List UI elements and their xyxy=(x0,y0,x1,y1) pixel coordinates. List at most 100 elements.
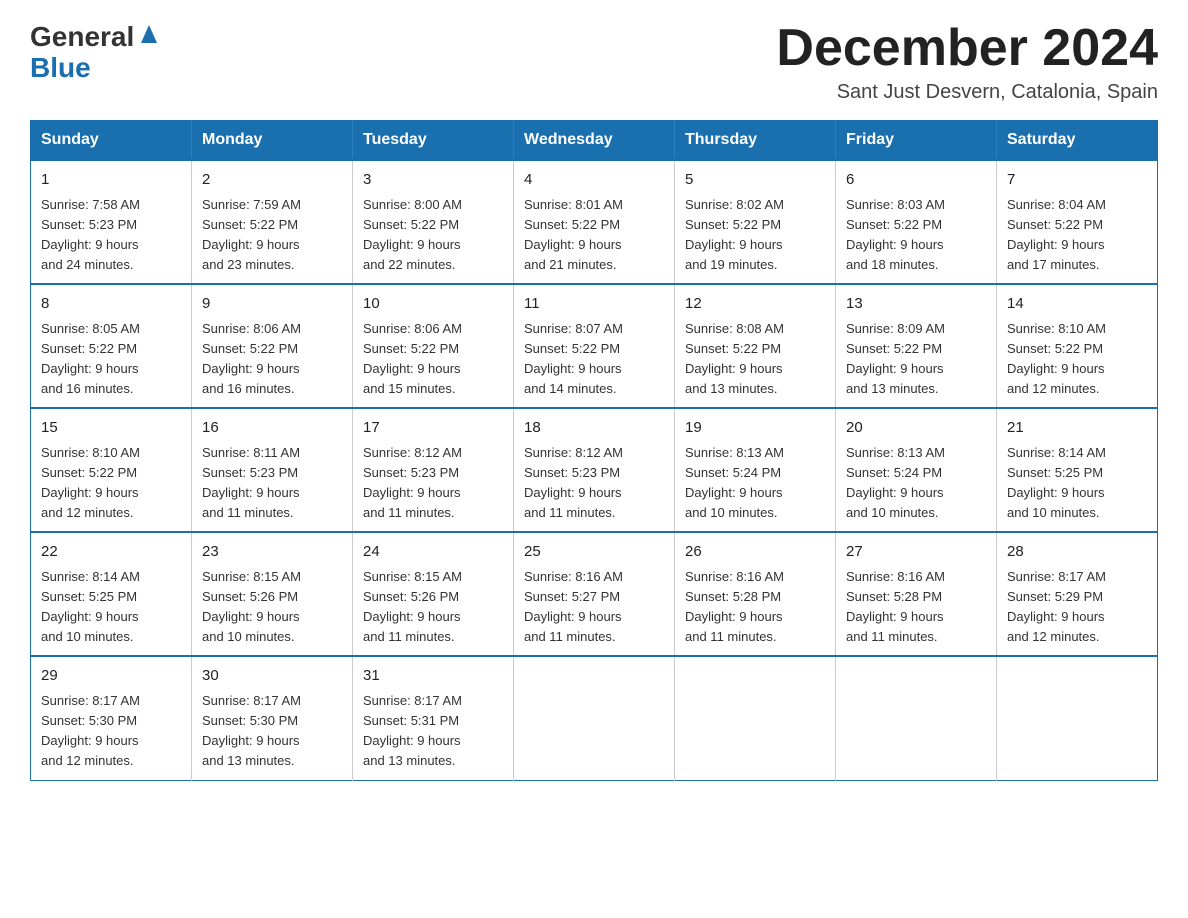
day-info: Sunrise: 8:14 AMSunset: 5:25 PMDaylight:… xyxy=(41,567,181,648)
day-number: 15 xyxy=(41,417,181,440)
day-number: 26 xyxy=(685,541,825,564)
calendar-body: 1 Sunrise: 7:58 AMSunset: 5:23 PMDaylight… xyxy=(31,160,1158,780)
day-info: Sunrise: 7:58 AMSunset: 5:23 PMDaylight:… xyxy=(41,195,181,276)
day-info: Sunrise: 8:07 AMSunset: 5:22 PMDaylight:… xyxy=(524,319,664,400)
calendar-cell: 23 Sunrise: 8:15 AMSunset: 5:26 PMDayligh… xyxy=(192,532,353,656)
day-info: Sunrise: 8:04 AMSunset: 5:22 PMDaylight:… xyxy=(1007,195,1147,276)
day-number: 13 xyxy=(846,293,986,316)
day-number: 6 xyxy=(846,169,986,192)
day-info: Sunrise: 8:17 AMSunset: 5:30 PMDaylight:… xyxy=(41,691,181,772)
calendar-cell xyxy=(836,656,997,780)
logo: General Blue xyxy=(30,20,160,84)
day-info: Sunrise: 8:02 AMSunset: 5:22 PMDaylight:… xyxy=(685,195,825,276)
week-row-3: 15 Sunrise: 8:10 AMSunset: 5:22 PMDayligh… xyxy=(31,408,1158,532)
day-number: 3 xyxy=(363,169,503,192)
calendar-header: SundayMondayTuesdayWednesdayThursdayFrid… xyxy=(31,121,1158,161)
calendar-cell: 13 Sunrise: 8:09 AMSunset: 5:22 PMDayligh… xyxy=(836,284,997,408)
day-number: 21 xyxy=(1007,417,1147,440)
calendar-cell: 1 Sunrise: 7:58 AMSunset: 5:23 PMDaylight… xyxy=(31,160,192,284)
day-number: 23 xyxy=(202,541,342,564)
calendar-cell: 5 Sunrise: 8:02 AMSunset: 5:22 PMDaylight… xyxy=(675,160,836,284)
header-thursday: Thursday xyxy=(675,121,836,161)
logo-triangle-icon xyxy=(138,20,160,52)
day-info: Sunrise: 8:13 AMSunset: 5:24 PMDaylight:… xyxy=(846,443,986,524)
day-info: Sunrise: 8:16 AMSunset: 5:28 PMDaylight:… xyxy=(685,567,825,648)
calendar-cell: 12Sunrise: 8:08 AMSunset: 5:22 PMDayligh… xyxy=(675,284,836,408)
calendar-cell: 10 Sunrise: 8:06 AMSunset: 5:22 PMDayligh… xyxy=(353,284,514,408)
week-row-5: 29 Sunrise: 8:17 AMSunset: 5:30 PMDayligh… xyxy=(31,656,1158,780)
day-info: Sunrise: 8:14 AMSunset: 5:25 PMDaylight:… xyxy=(1007,443,1147,524)
calendar-cell: 25 Sunrise: 8:16 AMSunset: 5:27 PMDayligh… xyxy=(514,532,675,656)
day-number: 2 xyxy=(202,169,342,192)
day-number: 17 xyxy=(363,417,503,440)
day-number: 7 xyxy=(1007,169,1147,192)
day-number: 24 xyxy=(363,541,503,564)
day-info: Sunrise: 8:06 AMSunset: 5:22 PMDaylight:… xyxy=(363,319,503,400)
day-info: Sunrise: 8:03 AMSunset: 5:22 PMDaylight:… xyxy=(846,195,986,276)
page-header: General Blue December 2024 Sant Just Des… xyxy=(30,20,1158,104)
day-info: Sunrise: 8:12 AMSunset: 5:23 PMDaylight:… xyxy=(524,443,664,524)
month-title: December 2024 xyxy=(776,20,1158,77)
day-info: Sunrise: 8:06 AMSunset: 5:22 PMDaylight:… xyxy=(202,319,342,400)
day-number: 18 xyxy=(524,417,664,440)
week-row-2: 8 Sunrise: 8:05 AMSunset: 5:22 PMDaylight… xyxy=(31,284,1158,408)
day-number: 19 xyxy=(685,417,825,440)
calendar-cell: 3Sunrise: 8:00 AMSunset: 5:22 PMDaylight… xyxy=(353,160,514,284)
calendar-cell: 16Sunrise: 8:11 AMSunset: 5:23 PMDayligh… xyxy=(192,408,353,532)
day-number: 27 xyxy=(846,541,986,564)
day-info: Sunrise: 8:05 AMSunset: 5:22 PMDaylight:… xyxy=(41,319,181,400)
day-info: Sunrise: 8:12 AMSunset: 5:23 PMDaylight:… xyxy=(363,443,503,524)
day-number: 25 xyxy=(524,541,664,564)
week-row-1: 1 Sunrise: 7:58 AMSunset: 5:23 PMDaylight… xyxy=(31,160,1158,284)
calendar-cell xyxy=(675,656,836,780)
day-number: 5 xyxy=(685,169,825,192)
calendar-cell: 14 Sunrise: 8:10 AMSunset: 5:22 PMDayligh… xyxy=(997,284,1158,408)
calendar-cell: 17 Sunrise: 8:12 AMSunset: 5:23 PMDayligh… xyxy=(353,408,514,532)
day-number: 9 xyxy=(202,293,342,316)
logo-blue-text: Blue xyxy=(30,52,160,84)
day-number: 8 xyxy=(41,293,181,316)
calendar-cell: 21 Sunrise: 8:14 AMSunset: 5:25 PMDayligh… xyxy=(997,408,1158,532)
calendar-cell: 8 Sunrise: 8:05 AMSunset: 5:22 PMDaylight… xyxy=(31,284,192,408)
header-friday: Friday xyxy=(836,121,997,161)
calendar-cell: 20 Sunrise: 8:13 AMSunset: 5:24 PMDayligh… xyxy=(836,408,997,532)
header-saturday: Saturday xyxy=(997,121,1158,161)
calendar-cell: 18 Sunrise: 8:12 AMSunset: 5:23 PMDayligh… xyxy=(514,408,675,532)
location-title: Sant Just Desvern, Catalonia, Spain xyxy=(776,81,1158,104)
day-number: 1 xyxy=(41,169,181,192)
calendar-table: SundayMondayTuesdayWednesdayThursdayFrid… xyxy=(30,120,1158,780)
calendar-cell: 22 Sunrise: 8:14 AMSunset: 5:25 PMDayligh… xyxy=(31,532,192,656)
calendar-cell: 6 Sunrise: 8:03 AMSunset: 5:22 PMDaylight… xyxy=(836,160,997,284)
day-number: 14 xyxy=(1007,293,1147,316)
calendar-cell: 9 Sunrise: 8:06 AMSunset: 5:22 PMDaylight… xyxy=(192,284,353,408)
calendar-cell: 30Sunrise: 8:17 AMSunset: 5:30 PMDayligh… xyxy=(192,656,353,780)
calendar-cell: 2Sunrise: 7:59 AMSunset: 5:22 PMDaylight… xyxy=(192,160,353,284)
day-info: Sunrise: 8:10 AMSunset: 5:22 PMDaylight:… xyxy=(41,443,181,524)
header-row: SundayMondayTuesdayWednesdayThursdayFrid… xyxy=(31,121,1158,161)
day-number: 10 xyxy=(363,293,503,316)
day-info: Sunrise: 8:15 AMSunset: 5:26 PMDaylight:… xyxy=(363,567,503,648)
day-number: 12 xyxy=(685,293,825,316)
day-info: Sunrise: 8:10 AMSunset: 5:22 PMDaylight:… xyxy=(1007,319,1147,400)
day-info: Sunrise: 8:15 AMSunset: 5:26 PMDaylight:… xyxy=(202,567,342,648)
calendar-cell: 27Sunrise: 8:16 AMSunset: 5:28 PMDayligh… xyxy=(836,532,997,656)
day-info: Sunrise: 8:11 AMSunset: 5:23 PMDaylight:… xyxy=(202,443,342,524)
day-info: Sunrise: 8:13 AMSunset: 5:24 PMDaylight:… xyxy=(685,443,825,524)
title-section: December 2024 Sant Just Desvern, Catalon… xyxy=(776,20,1158,104)
day-number: 11 xyxy=(524,293,664,316)
calendar-cell: 28Sunrise: 8:17 AMSunset: 5:29 PMDayligh… xyxy=(997,532,1158,656)
day-info: Sunrise: 8:01 AMSunset: 5:22 PMDaylight:… xyxy=(524,195,664,276)
week-row-4: 22 Sunrise: 8:14 AMSunset: 5:25 PMDayligh… xyxy=(31,532,1158,656)
day-info: Sunrise: 8:17 AMSunset: 5:31 PMDaylight:… xyxy=(363,691,503,772)
day-number: 22 xyxy=(41,541,181,564)
calendar-cell: 26 Sunrise: 8:16 AMSunset: 5:28 PMDayligh… xyxy=(675,532,836,656)
day-number: 4 xyxy=(524,169,664,192)
day-info: Sunrise: 8:09 AMSunset: 5:22 PMDaylight:… xyxy=(846,319,986,400)
day-number: 29 xyxy=(41,665,181,688)
calendar-cell: 15 Sunrise: 8:10 AMSunset: 5:22 PMDayligh… xyxy=(31,408,192,532)
header-sunday: Sunday xyxy=(31,121,192,161)
calendar-cell: 31Sunrise: 8:17 AMSunset: 5:31 PMDayligh… xyxy=(353,656,514,780)
day-number: 20 xyxy=(846,417,986,440)
day-info: Sunrise: 8:16 AMSunset: 5:27 PMDaylight:… xyxy=(524,567,664,648)
calendar-cell: 19 Sunrise: 8:13 AMSunset: 5:24 PMDayligh… xyxy=(675,408,836,532)
